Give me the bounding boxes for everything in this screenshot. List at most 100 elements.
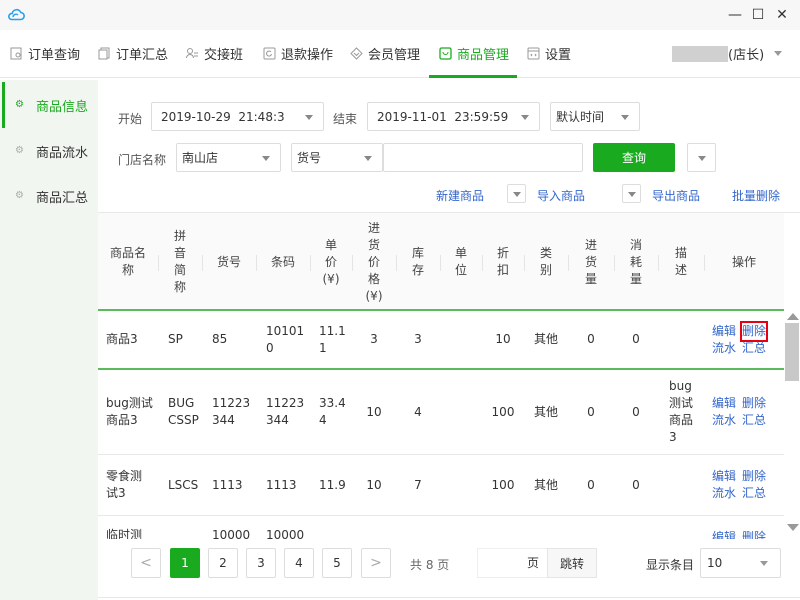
tab-label: 设置 [545,48,572,63]
query-button[interactable]: 查询 [593,143,675,172]
tab-goods[interactable]: 商品管理 [439,30,509,77]
minimize-button[interactable]: — [725,5,745,25]
more-filters-button[interactable] [687,143,716,172]
cell-line: 11.9 [319,477,346,492]
cell-pinyin: SP [168,311,183,368]
cell-discount: 100 [491,477,515,492]
close-button[interactable]: ✕ [772,5,792,25]
summary-link[interactable]: 汇总 [742,340,766,357]
header-line: 库 [411,246,424,260]
edit-link[interactable]: 编辑 [712,468,736,485]
sidebar-item-goods-flow[interactable]: ⚙ 商品流水 [0,128,98,174]
cell-line: SP [168,332,183,346]
prev-page-button[interactable]: < [131,548,161,578]
header-line: 简 [173,263,186,277]
cell-barcode: 10000 [266,516,304,539]
header-line: (¥) [365,288,383,303]
cell-name: 临时测 [106,516,142,539]
page-button-4[interactable]: 4 [284,548,314,578]
refund-icon [263,47,276,60]
keyword-input[interactable] [383,143,583,172]
delete-link[interactable]: 删除 [740,320,769,342]
user-name-redacted [672,45,728,62]
cell-category [524,516,568,539]
page-size-select[interactable]: 10 [700,548,781,578]
sidebar-item-goods-summary[interactable]: ⚙ 商品汇总 [0,173,98,219]
handover-icon [186,47,199,60]
start-datetime-select[interactable]: 2019-10-29 21:48:3 [151,102,324,131]
chevron-down-icon [262,156,270,161]
cell-stock [396,516,440,539]
flow-link[interactable]: 流水 [712,412,736,429]
store-value: 南山店 [182,151,219,165]
edit-link[interactable]: 编辑 [712,529,736,539]
jump-button[interactable]: 跳转 [547,548,597,578]
flow-link[interactable]: 流水 [712,485,736,502]
cell-barcode: 11223 344 [266,370,304,454]
scroll-up-arrow-icon[interactable] [787,313,799,320]
table-row[interactable]: 临时测 10000 10000 编辑删除流水汇总 [98,516,784,539]
settings-icon [527,47,540,60]
new-goods-link[interactable]: 新建商品 [436,187,484,204]
tab-label: 订单汇总 [116,48,169,63]
row-actions-line: 编辑 删除 [712,395,766,412]
edit-link[interactable]: 编辑 [712,395,736,412]
page-button-5[interactable]: 5 [322,548,352,578]
summary-link[interactable]: 汇总 [742,412,766,429]
cell-discount [482,516,524,539]
user-menu[interactable]: (店长) [672,30,783,77]
delete-link[interactable]: 删除 [742,395,766,412]
scrollbar-thumb[interactable] [785,323,799,381]
scroll-down-arrow-icon[interactable] [787,524,799,531]
sidebar-item-goods-info[interactable]: ⚙ 商品信息 [0,82,98,128]
tab-order-summary[interactable]: 订单汇总 [98,30,168,77]
cell-price: 33.4 4 [319,370,346,454]
cell-line: 商品3 [106,413,138,427]
tab-settings[interactable]: 设置 [527,30,571,77]
tab-refund[interactable]: 退款操作 [263,30,333,77]
page-button-1[interactable]: 1 [170,548,200,578]
cell-pinyin: LSCS [168,455,198,515]
tab-member[interactable]: 会员管理 [350,30,420,77]
column-header: 描述 [658,213,704,311]
summary-link[interactable]: 汇总 [742,485,766,502]
table-row[interactable]: 零食测 试3 LSCS 1113 1113 11.9 10 7 100 其他 0 0 编辑 删除 流水 汇总 [98,455,784,516]
table-row[interactable]: bug测试 商品3 BUG CSSP 11223 344 11223 344 33.4 4 10 4 1… [98,370,784,455]
cell-line: 3 [669,430,677,444]
jump-page-input[interactable]: 页 [477,548,547,578]
import-dropdown[interactable] [507,184,526,203]
header-line: 量 [629,271,642,286]
cell-price: 11.9 [319,455,346,515]
cell-unit [440,516,482,539]
delete-link[interactable]: 删除 [742,468,766,485]
cell-line: CSSP [168,413,199,427]
chevron-down-icon [513,192,521,197]
vertical-scrollbar[interactable] [784,311,800,539]
export-goods-link[interactable]: 导出商品 [652,187,700,204]
import-goods-link[interactable]: 导入商品 [537,187,585,204]
field-select[interactable]: 货号 [291,143,383,172]
store-select[interactable]: 南山店 [176,143,281,172]
page-button-3[interactable]: 3 [246,548,276,578]
column-header-text: 进货价格 (¥) [366,220,383,305]
tab-handover[interactable]: 交接班 [186,30,243,77]
maximize-button[interactable]: ☐ [748,5,768,25]
page-button-2[interactable]: 2 [208,548,238,578]
column-header-text: 货号 [217,254,241,271]
cell-unit [440,455,482,515]
jump-suffix: 页 [526,556,539,570]
header-line: 述 [674,263,687,277]
column-header: 货号 [202,213,256,311]
time-mode-select[interactable]: 默认时间 [550,102,640,131]
next-page-button[interactable]: > [361,548,391,578]
tab-order-search[interactable]: 订单查询 [10,30,80,77]
sidebar-item-label: 商品汇总 [36,190,89,206]
table-row[interactable]: 商品3 SP 85 10101 0 11.1 1 3 3 10 其他 0 0 编辑 删除 流水 汇总 [98,311,784,370]
export-dropdown[interactable] [622,184,641,203]
batch-delete-link[interactable]: 批量删除 [732,187,780,204]
end-datetime-select[interactable]: 2019-11-01 23:59:59 [367,102,540,131]
edit-link[interactable]: 编辑 [712,323,736,340]
column-separator [568,255,569,271]
flow-link[interactable]: 流水 [712,340,736,357]
delete-link[interactable]: 删除 [742,529,766,539]
